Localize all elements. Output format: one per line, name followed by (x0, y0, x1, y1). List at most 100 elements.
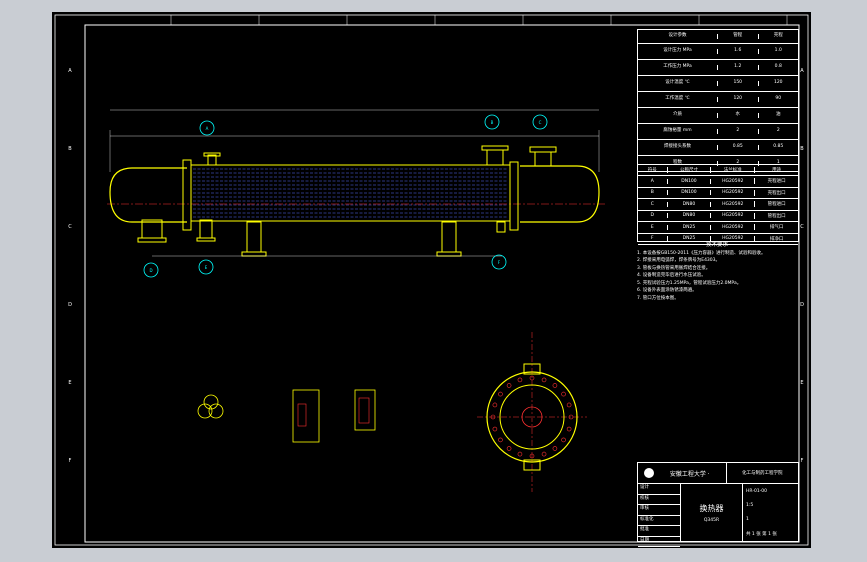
school-logo-icon (644, 468, 654, 478)
design-spec-table: 设计参数 管程 壳程 设计压力 MPa 1.6 1.0 工作压力 MPa 1.2 0.8 设… (637, 29, 799, 172)
drawing-material: Q345R (703, 517, 720, 523)
spec-cell: 设计温度 ℃ (665, 80, 690, 86)
nozzle-rows: A DN100 HG20592 壳程进口 B DN100 HG20592 壳程出口 C DN80 H… (638, 176, 798, 245)
nozzle-row: B DN100 HG20592 壳程出口 (638, 188, 798, 199)
drawing-title: 换热器 (699, 503, 724, 513)
nozzle-cell: DN80 (666, 213, 711, 219)
nozzle-row: D DN80 HG20592 管程出口 (638, 211, 798, 222)
bolt-hole (517, 451, 523, 457)
nozzle-cell: HG20592 (710, 178, 754, 184)
bolt-hole (492, 426, 498, 432)
spec-cell: 90 (757, 97, 799, 102)
spec-cell: 1.0 (757, 49, 799, 54)
nozzle-cell: HG20592 (710, 201, 754, 207)
right-saddle (441, 221, 457, 253)
border-mark-left: E (68, 380, 71, 386)
title-block-role: 设计 (638, 484, 680, 495)
spec-cell: 120 (757, 81, 799, 86)
title-block: 安徽工程大学 · 化工与制药工程学院 设计 校核 审核 标准化 批准 日期 换热器 Q34… (637, 462, 799, 547)
border-mark-left: D (68, 302, 72, 308)
nozzle-label: B (491, 120, 494, 125)
bolt-hole (561, 391, 566, 397)
nozzle-row: E DN25 HG20592 排气口 (638, 222, 798, 234)
bolt-hole (517, 377, 523, 383)
bolt-hole (566, 402, 572, 408)
nozzle-cell: HG20592 (710, 236, 754, 242)
nozzle-cell: 壳程出口 (754, 189, 798, 196)
school-name: 安徽工程大学 · (669, 470, 710, 478)
spec-cell: 1.6 (717, 49, 758, 54)
company-note: 化工与制药工程学院 (725, 463, 799, 483)
spec-row: 设计温度 ℃ 150 120 (638, 76, 798, 92)
title-block-role: 标准化 (638, 516, 680, 526)
tech-requirement-line: 3. 管板与换热管采用胀焊结合连接。 (637, 265, 711, 271)
bottom-nozzle-right (496, 221, 506, 233)
spec-cell: 工作温度 ℃ (665, 96, 690, 102)
bolt-hole (541, 451, 547, 457)
border-mark-right: A (800, 68, 804, 74)
title-block-roles: 设计 校核 审核 标准化 批准 日期 (638, 484, 681, 547)
drawing-scale: 1:5 (746, 502, 754, 508)
spec-rows: 设计压力 MPa 1.6 1.0 工作压力 MPa 1.2 0.8 设计温度 ℃ 150 120… (638, 44, 798, 172)
spec-cell: 水 (717, 113, 758, 118)
nozzle-label: A (206, 126, 209, 131)
nozzle-cell: B (650, 190, 654, 196)
detail-plate-2 (354, 389, 376, 431)
spec-header-tube: 管程 (717, 34, 758, 39)
bolt-hole (492, 402, 498, 408)
spec-row: 焊接接头系数 0.85 0.85 (638, 140, 798, 156)
nozzle-cell: DN100 (666, 190, 711, 196)
spec-row: 工作温度 ℃ 120 90 (638, 92, 798, 108)
nozzle-cell: F (650, 236, 654, 242)
spec-cell: 0.85 (717, 145, 758, 150)
nozzle-b-flange (196, 237, 216, 242)
nozzle-cell: 管程进口 (754, 201, 798, 208)
nozzle-row: A DN100 HG20592 壳程进口 (638, 176, 798, 188)
right-saddle-base (436, 251, 462, 257)
spec-cell: 0.85 (757, 145, 799, 150)
spec-header-param: 设计参数 (668, 33, 687, 39)
nozzle-b-pipe (199, 219, 213, 239)
tech-requirement-line: 6. 设备外表面涂防锈漆两遍。 (637, 288, 697, 293)
spec-row: 介质 水油 (638, 108, 798, 124)
bolt-hole (566, 426, 572, 432)
title-block-role: 批准 (638, 526, 680, 537)
nozzle-header-size: 公称尺寸 (666, 167, 711, 173)
bolt-hole (561, 437, 566, 443)
border-mark-left: C (68, 224, 72, 230)
tube-bundle (193, 168, 508, 218)
tech-requirement-line: 5. 壳程试验压力1.25MPa，管程试验压力2.0MPa。 (637, 280, 742, 286)
drawing-sheet: 共 1 张 第 1 张 (746, 531, 777, 537)
spec-cell: 150 (717, 81, 758, 86)
nozzle-cell: DN25 (666, 224, 711, 230)
spec-cell: 120 (717, 97, 758, 102)
top-nozzle-c-flange (481, 145, 509, 151)
drawing-number: HR-01-00 (746, 488, 768, 494)
tube-sheet-end-view (477, 332, 587, 492)
left-saddle (246, 221, 262, 253)
nozzle-cell: 排气口 (754, 224, 798, 231)
title-block-role: 审核 (638, 505, 680, 516)
cad-drawing-area[interactable]: AABBCCDDEEFF A B C D E F 设计参数 管程 壳程 设计压力… (52, 12, 811, 548)
border-mark-right: D (800, 302, 804, 308)
nozzle-a-flange (137, 237, 167, 243)
nozzle-header-symbol: 符号 (647, 168, 657, 173)
top-nozzle-d (534, 151, 552, 167)
heat-exchanger-elevation (107, 109, 607, 257)
right-head (520, 165, 600, 223)
tech-requirement-line: 7. 管口方位按本图。 (637, 295, 679, 301)
border-mark-right: E (800, 380, 803, 386)
spec-cell: 2 (717, 129, 758, 134)
spec-cell: 焊接接头系数 (664, 144, 691, 150)
border-mark-left: A (68, 68, 72, 74)
tech-requirement-line: 1. 本设备按GB150-2011《压力容器》进行制造、试验和验收。 (637, 250, 766, 256)
nozzle-cell: HG20592 (710, 224, 754, 230)
bolt-hole (552, 383, 558, 388)
nozzle-label: D (149, 268, 152, 273)
nozzle-header-standard: 法兰标准 (710, 167, 754, 173)
border-mark-left: B (68, 146, 72, 152)
nozzle-label: E (205, 265, 208, 270)
bolt-hole (552, 446, 558, 451)
nozzle-a-pipe (141, 219, 163, 239)
nozzle-cell: D (650, 213, 654, 219)
